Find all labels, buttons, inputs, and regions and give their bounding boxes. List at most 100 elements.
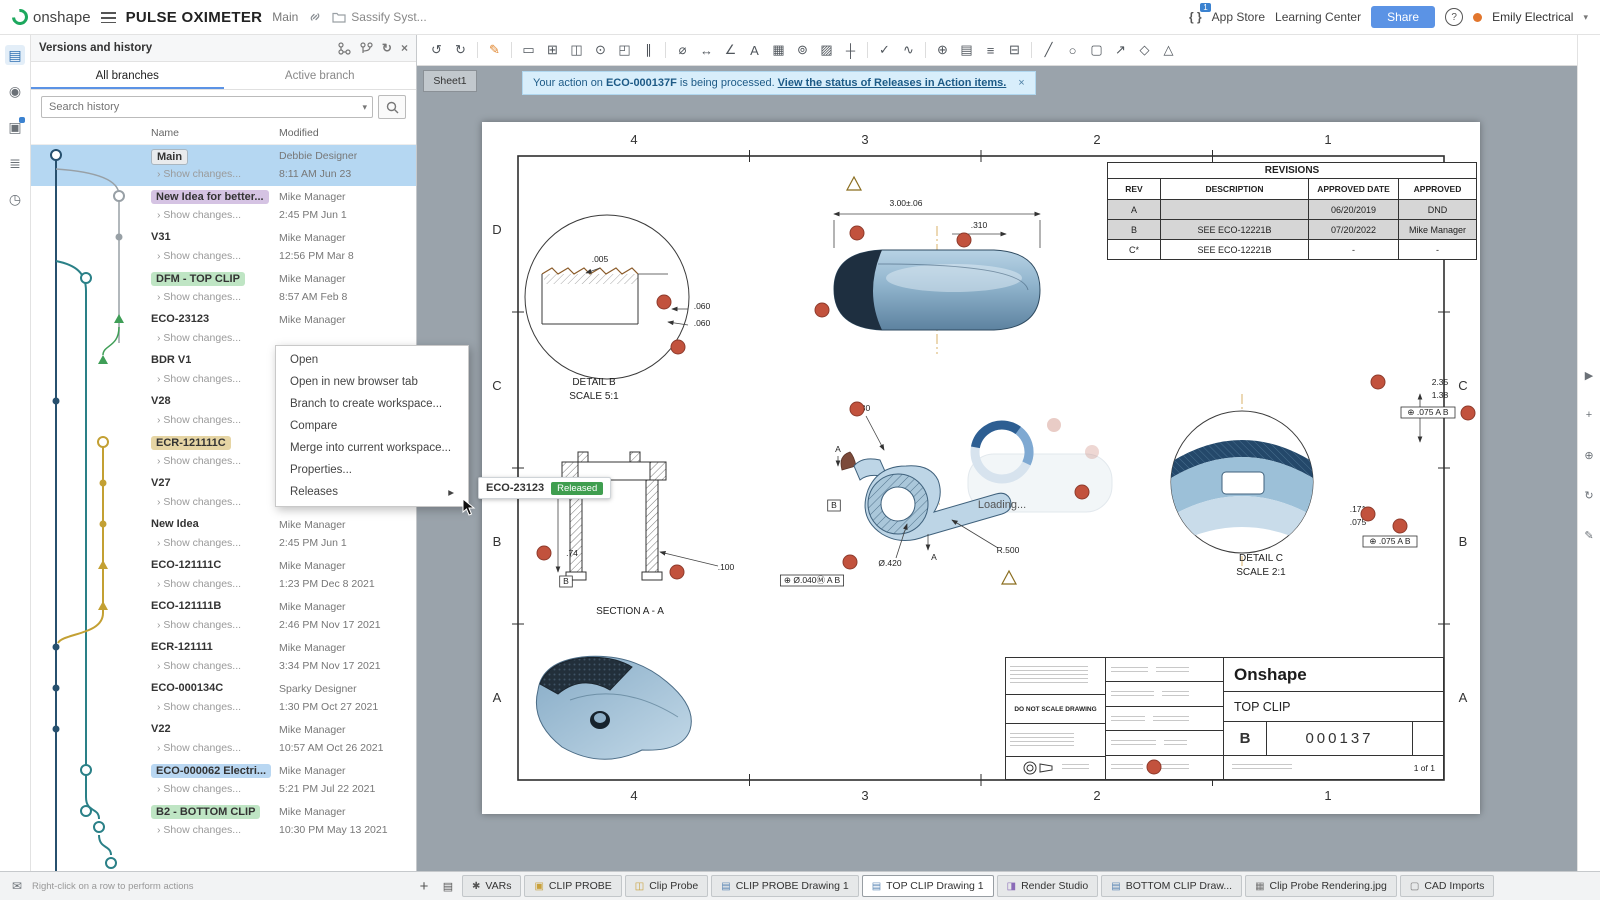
close-panel-icon[interactable]: × — [401, 41, 408, 55]
search-filter-caret-icon[interactable]: ▾ — [362, 102, 367, 113]
balloon-marker[interactable] — [957, 233, 972, 248]
version-name[interactable]: BDR V1 — [151, 354, 191, 366]
context-menu-item[interactable]: Properties... — [276, 459, 468, 481]
balloon-marker[interactable] — [1075, 485, 1090, 500]
spline-icon[interactable]: ∿ — [897, 39, 920, 61]
create-branch-icon[interactable] — [360, 42, 373, 55]
versions-panel-icon[interactable]: ▤ — [5, 45, 25, 65]
linear-dimension-icon[interactable]: ↔ — [695, 39, 718, 61]
context-menu-item[interactable]: Merge into current workspace... — [276, 437, 468, 459]
version-name[interactable]: ECR-121111C — [151, 436, 231, 450]
refresh-icon[interactable]: ↻ — [382, 41, 392, 55]
show-changes-toggle[interactable]: › Show changes... — [157, 824, 241, 836]
add-tab-button[interactable]: + — [414, 876, 434, 896]
show-changes-toggle[interactable]: › Show changes... — [157, 291, 241, 303]
version-name[interactable]: New Idea — [151, 518, 199, 530]
version-name[interactable]: V31 — [151, 231, 171, 243]
show-changes-toggle[interactable]: › Show changes... — [157, 537, 241, 549]
document-tab[interactable]: ▦Clip Probe Rendering.jpg — [1245, 875, 1397, 897]
version-name[interactable]: V27 — [151, 477, 171, 489]
version-row[interactable]: ECO-000062 Electri...Mike Manager› Show … — [31, 760, 416, 801]
app-store-link[interactable]: App Store — [1212, 10, 1265, 24]
history-icon[interactable]: ◷ — [5, 189, 25, 209]
search-history-input[interactable] — [41, 96, 373, 118]
crop-view-icon[interactable]: ◰ — [613, 39, 636, 61]
check-icon[interactable]: ✓ — [873, 39, 896, 61]
table-icon[interactable]: ▦ — [767, 39, 790, 61]
learning-center-link[interactable]: Learning Center — [1275, 10, 1361, 24]
section-view-icon[interactable]: ◫ — [565, 39, 588, 61]
parts-list-icon[interactable]: ≣ — [5, 153, 25, 173]
drawing-sheet[interactable]: .005.060.0603.00±.06.310.080Ø.420R.500.7… — [482, 122, 1480, 814]
version-row[interactable]: ECO-23123Mike Manager› Show changes... — [31, 309, 416, 350]
version-name[interactable]: Main — [151, 149, 188, 165]
balloon-marker[interactable] — [850, 226, 865, 241]
layers-icon[interactable]: ⊟ — [1003, 39, 1026, 61]
show-changes-toggle[interactable]: › Show changes... — [157, 660, 241, 672]
version-name[interactable]: ECO-121111B — [151, 600, 221, 612]
document-tab[interactable]: ◨Render Studio — [997, 875, 1099, 897]
balloon-marker[interactable] — [843, 555, 858, 570]
list-icon[interactable]: ≡ — [979, 39, 1002, 61]
drawing-canvas[interactable]: Sheet1 Your action on ECO-000137F is bei… — [417, 66, 1577, 871]
version-name[interactable]: ECO-121111C — [151, 559, 221, 571]
context-menu-item[interactable]: Open in new browser tab — [276, 371, 468, 393]
diamond-tool-icon[interactable]: ◇ — [1133, 39, 1156, 61]
version-name[interactable]: ECR-121111 — [151, 641, 213, 653]
version-name[interactable]: ECO-000062 Electri... — [151, 764, 271, 778]
hatch-icon[interactable]: ▨ — [815, 39, 838, 61]
balloon-marker[interactable] — [1393, 519, 1408, 534]
tab-active-branch[interactable]: Active branch — [224, 62, 417, 89]
show-changes-toggle[interactable]: › Show changes... — [157, 783, 241, 795]
user-avatar[interactable] — [1473, 13, 1482, 22]
version-name[interactable]: ECO-000134C — [151, 682, 223, 694]
show-changes-toggle[interactable]: › Show changes... — [157, 168, 241, 180]
version-name[interactable]: New Idea for better... — [151, 190, 269, 204]
show-changes-toggle[interactable]: › Show changes... — [157, 619, 241, 631]
context-menu-item[interactable]: Branch to create workspace... — [276, 393, 468, 415]
zoom-icon[interactable]: ⊕ — [931, 39, 954, 61]
line-tool-icon[interactable]: ╱ — [1037, 39, 1060, 61]
comment-icon[interactable]: ✉ — [6, 879, 28, 893]
share-button[interactable]: Share — [1371, 6, 1435, 28]
search-button[interactable] — [378, 95, 406, 119]
follow-mode-icon[interactable]: ◉ — [5, 81, 25, 101]
redo-icon[interactable]: ↻ — [449, 39, 472, 61]
triangle-tool-icon[interactable]: △ — [1157, 39, 1180, 61]
context-menu-item[interactable]: Compare — [276, 415, 468, 437]
detail-view-icon[interactable]: ⊙ — [589, 39, 612, 61]
user-menu-caret-icon[interactable]: ▾ — [1583, 12, 1588, 23]
undo-icon[interactable]: ↺ — [425, 39, 448, 61]
show-changes-toggle[interactable]: › Show changes... — [157, 496, 241, 508]
help-icon[interactable]: ? — [1445, 8, 1463, 26]
version-row[interactable]: V31Mike Manager› Show changes...12:56 PM… — [31, 227, 416, 268]
balloon-marker[interactable] — [815, 303, 830, 318]
document-tab[interactable]: ▤BOTTOM CLIP Draw... — [1101, 875, 1242, 897]
show-changes-toggle[interactable]: › Show changes... — [157, 455, 241, 467]
tab-manager-icon[interactable]: ▤ — [438, 876, 458, 896]
version-name[interactable]: ECO-23123 — [151, 313, 209, 325]
pointer-tool-icon[interactable]: ▶ — [1579, 365, 1599, 385]
workspace-branch-label[interactable]: Main — [272, 10, 298, 24]
banner-close-icon[interactable]: × — [1018, 77, 1024, 89]
onshape-logo[interactable]: onshape — [12, 9, 91, 26]
show-changes-toggle[interactable]: › Show changes... — [157, 250, 241, 262]
note-icon[interactable]: A — [743, 39, 766, 61]
document-tab[interactable]: ▢CAD Imports — [1400, 875, 1495, 897]
sketch-icon[interactable]: ✎ — [483, 39, 506, 61]
create-version-icon[interactable] — [338, 42, 351, 55]
balloon-marker[interactable] — [671, 340, 686, 355]
show-changes-toggle[interactable]: › Show changes... — [157, 209, 241, 221]
show-changes-toggle[interactable]: › Show changes... — [157, 414, 241, 426]
feature-script-icon[interactable]: { } 1 — [1189, 10, 1202, 24]
balloon-marker[interactable] — [1361, 507, 1376, 522]
linked-document-tab[interactable]: Sassify Syst... — [332, 10, 426, 24]
context-menu-item[interactable]: Releases▸ — [276, 481, 468, 503]
show-changes-toggle[interactable]: › Show changes... — [157, 332, 241, 344]
link-icon[interactable] — [308, 10, 322, 24]
release-status-chip[interactable]: ECO-23123 Released — [478, 477, 611, 499]
version-row[interactable]: B2 - BOTTOM CLIPMike Manager› Show chang… — [31, 801, 416, 842]
version-name[interactable]: B2 - BOTTOM CLIP — [151, 805, 260, 819]
show-changes-toggle[interactable]: › Show changes... — [157, 578, 241, 590]
insert-view-icon[interactable]: ▭ — [517, 39, 540, 61]
